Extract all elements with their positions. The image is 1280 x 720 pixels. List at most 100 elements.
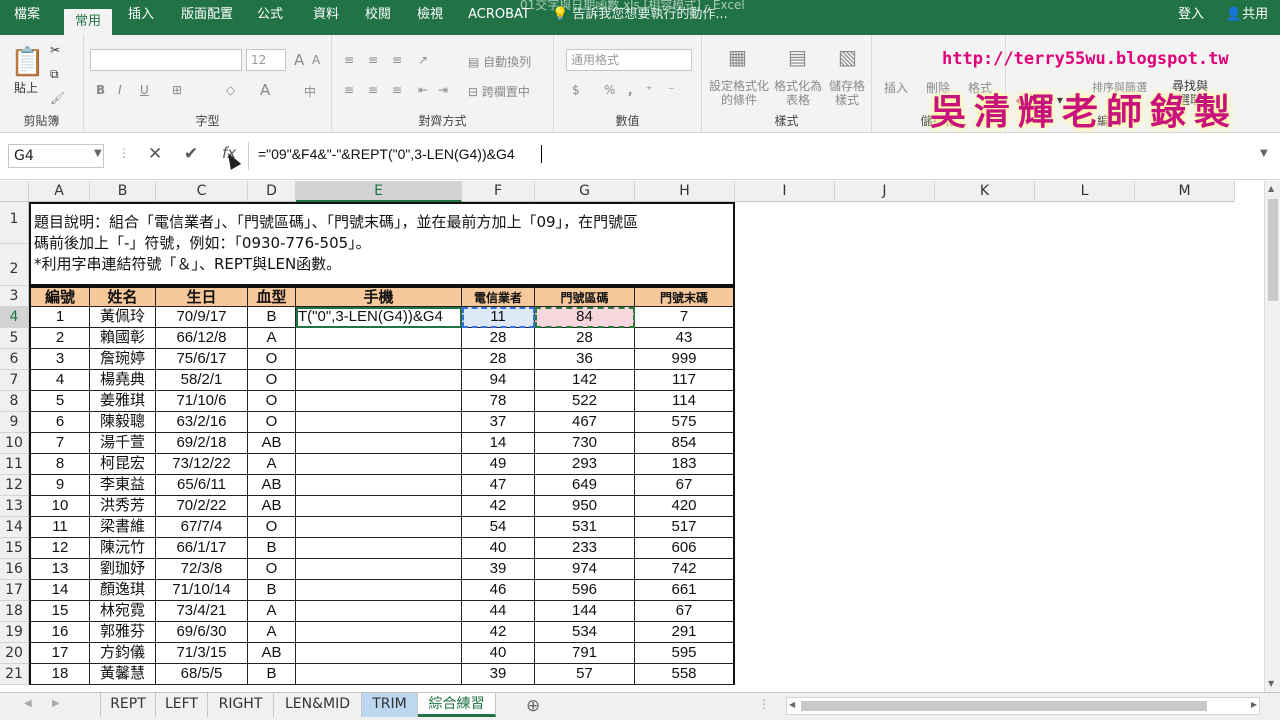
cell-h17[interactable]: 661 xyxy=(635,580,735,601)
column-header-d[interactable]: D xyxy=(248,181,296,202)
cell-h8[interactable]: 114 xyxy=(635,391,735,412)
fill-color-icon[interactable]: ◇ xyxy=(226,83,235,97)
row-header-18[interactable]: 18 xyxy=(0,601,29,622)
row-header-21[interactable]: 21 xyxy=(0,664,29,685)
row-header-14[interactable]: 14 xyxy=(0,517,29,538)
grow-font-icon[interactable]: A xyxy=(294,51,304,69)
cell-h11[interactable]: 183 xyxy=(635,454,735,475)
cell-e15[interactable] xyxy=(296,538,462,559)
cell-b9[interactable]: 陳毅聰 xyxy=(90,412,156,433)
cell-h6[interactable]: 999 xyxy=(635,349,735,370)
cell-d21[interactable]: B xyxy=(248,664,296,685)
cell-a6[interactable]: 3 xyxy=(29,349,90,370)
cell-c14[interactable]: 67/7/4 xyxy=(156,517,248,538)
orientation-icon[interactable]: ↗ xyxy=(418,53,428,67)
cell-d9[interactable]: O xyxy=(248,412,296,433)
cell-g6[interactable]: 36 xyxy=(535,349,635,370)
cell-f5[interactable]: 28 xyxy=(462,328,535,349)
cell-a16[interactable]: 13 xyxy=(29,559,90,580)
cell-b12[interactable]: 李東益 xyxy=(90,475,156,496)
cell-e9[interactable] xyxy=(296,412,462,433)
cell-a18[interactable]: 15 xyxy=(29,601,90,622)
cell-d12[interactable]: AB xyxy=(248,475,296,496)
cell-h4[interactable]: 7 xyxy=(635,307,735,328)
cell-h14[interactable]: 517 xyxy=(635,517,735,538)
cell-f8[interactable]: 78 xyxy=(462,391,535,412)
cell-h16[interactable]: 742 xyxy=(635,559,735,580)
cell-b6[interactable]: 詹琬婷 xyxy=(90,349,156,370)
cell-a15[interactable]: 12 xyxy=(29,538,90,559)
cell-f12[interactable]: 47 xyxy=(462,475,535,496)
add-sheet-icon[interactable]: ⊕ xyxy=(526,696,540,716)
cell-f4[interactable]: 11 xyxy=(462,307,535,328)
cell-e10[interactable] xyxy=(296,433,462,454)
cell-g10[interactable]: 730 xyxy=(535,433,635,454)
column-header-h[interactable]: H xyxy=(635,181,735,202)
row-header-2[interactable]: 2 xyxy=(0,244,29,286)
tab-view[interactable]: 檢視 xyxy=(410,0,450,35)
cell-b7[interactable]: 楊堯典 xyxy=(90,370,156,391)
cell-e17[interactable] xyxy=(296,580,462,601)
cell-a8[interactable]: 5 xyxy=(29,391,90,412)
cell-a14[interactable]: 11 xyxy=(29,517,90,538)
cell-f18[interactable]: 44 xyxy=(462,601,535,622)
cell-g18[interactable]: 144 xyxy=(535,601,635,622)
cell-c13[interactable]: 70/2/22 xyxy=(156,496,248,517)
increase-indent-icon[interactable]: ⇥ xyxy=(438,83,448,97)
cell-c15[interactable]: 66/1/17 xyxy=(156,538,248,559)
cancel-icon[interactable]: ✕ xyxy=(148,144,162,164)
cell-a11[interactable]: 8 xyxy=(29,454,90,475)
cell-c9[interactable]: 63/2/16 xyxy=(156,412,248,433)
cell-a7[interactable]: 4 xyxy=(29,370,90,391)
insert-cells-button[interactable]: 插入 xyxy=(884,79,908,96)
copy-icon[interactable]: ⧉ xyxy=(50,67,59,82)
cell-styles-button[interactable]: 儲存格樣式 xyxy=(824,79,870,107)
align-right-icon[interactable]: ≡ xyxy=(392,83,402,97)
cell-d16[interactable]: O xyxy=(248,559,296,580)
percent-icon[interactable]: % xyxy=(604,83,615,97)
cell-a5[interactable]: 2 xyxy=(29,328,90,349)
cell-b5[interactable]: 賴國彰 xyxy=(90,328,156,349)
vertical-scrollbar[interactable]: ▲ ▼ xyxy=(1264,181,1280,692)
cell-g19[interactable]: 534 xyxy=(535,622,635,643)
row-header-13[interactable]: 13 xyxy=(0,496,29,517)
cell-b18[interactable]: 林宛霓 xyxy=(90,601,156,622)
cell-a12[interactable]: 9 xyxy=(29,475,90,496)
cell-d10[interactable]: AB xyxy=(248,433,296,454)
cell-e11[interactable] xyxy=(296,454,462,475)
cell-e19[interactable] xyxy=(296,622,462,643)
cell-b16[interactable]: 劉珈妤 xyxy=(90,559,156,580)
row-header-1[interactable]: 1 xyxy=(0,202,29,244)
cell-h19[interactable]: 291 xyxy=(635,622,735,643)
cell-d7[interactable]: O xyxy=(248,370,296,391)
cell-e13[interactable] xyxy=(296,496,462,517)
cell-a17[interactable]: 14 xyxy=(29,580,90,601)
paste-icon[interactable]: 📋 xyxy=(10,45,45,78)
column-header-m[interactable]: M xyxy=(1135,181,1235,202)
cell-g15[interactable]: 233 xyxy=(535,538,635,559)
select-all-corner[interactable] xyxy=(0,181,29,202)
tab-splitter-icon[interactable]: ⋮ xyxy=(758,697,770,711)
column-header-e[interactable]: E xyxy=(296,181,462,202)
cell-c5[interactable]: 66/12/8 xyxy=(156,328,248,349)
row-header-8[interactable]: 8 xyxy=(0,391,29,412)
cell-g8[interactable]: 522 xyxy=(535,391,635,412)
cell-e7[interactable] xyxy=(296,370,462,391)
cell-g4[interactable]: 84 xyxy=(535,307,635,328)
cell-c11[interactable]: 73/12/22 xyxy=(156,454,248,475)
font-color-icon[interactable]: A xyxy=(260,81,270,99)
cell-h13[interactable]: 420 xyxy=(635,496,735,517)
scroll-left-icon[interactable]: ◀ xyxy=(789,700,795,709)
row-header-7[interactable]: 7 xyxy=(0,370,29,391)
scroll-down-icon[interactable]: ▼ xyxy=(1268,679,1274,688)
column-header-f[interactable]: F xyxy=(462,181,535,202)
column-header-k[interactable]: K xyxy=(935,181,1035,202)
row-header-17[interactable]: 17 xyxy=(0,580,29,601)
cell-styles-icon[interactable]: ▧ xyxy=(838,45,857,69)
cell-f13[interactable]: 42 xyxy=(462,496,535,517)
tell-me-box[interactable]: 💡 告訴我您想要執行的動作... xyxy=(552,0,752,35)
name-box[interactable]: G4 xyxy=(8,144,104,168)
cell-e4-editing[interactable]: T("0",3-LEN(G4))&G4 xyxy=(296,307,462,328)
column-header-a[interactable]: A xyxy=(29,181,90,202)
merge-center-button[interactable]: ⊟ 跨欄置中 xyxy=(468,83,530,100)
